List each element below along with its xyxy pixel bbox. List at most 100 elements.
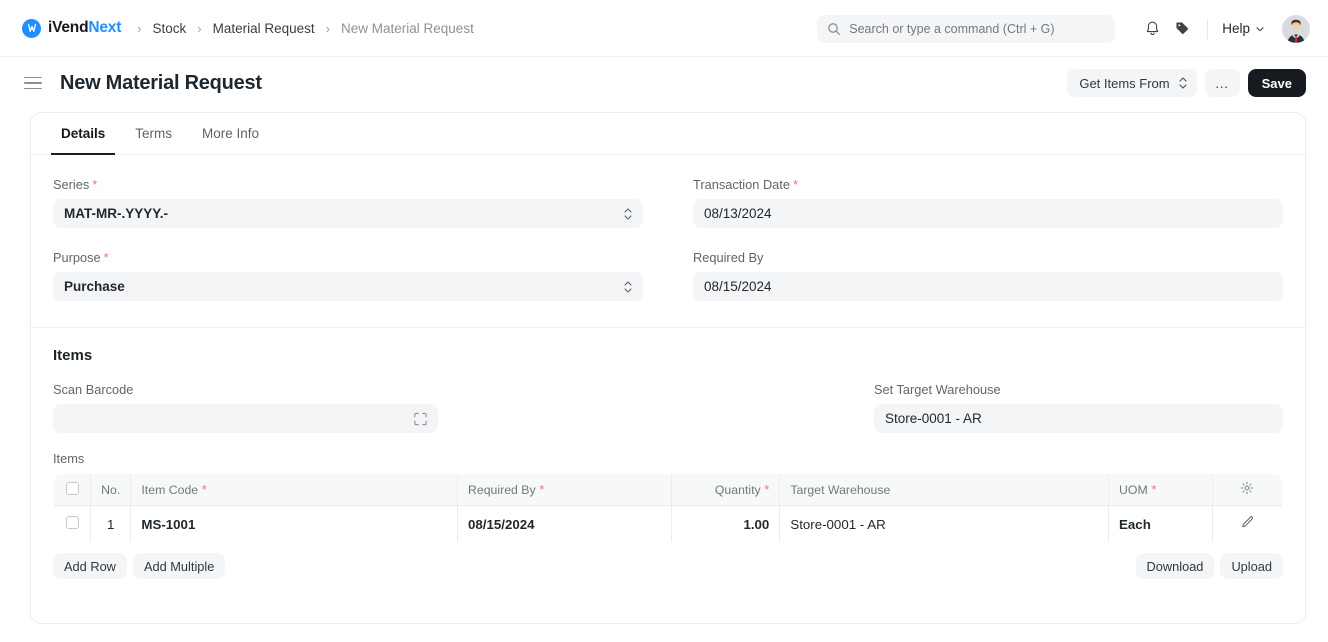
brand-name-part1: iVend: [48, 19, 89, 36]
purpose-label-text: Purpose: [53, 250, 101, 265]
cell-required-by[interactable]: 08/15/2024: [457, 505, 673, 542]
series-value: MAT-MR-.YYYY.-: [64, 206, 168, 221]
breadcrumb-separator: ›: [325, 20, 331, 36]
table-header-row: No. Item Code * Required By * Quantity *…: [54, 474, 1282, 506]
scan-barcode-label-text: Scan Barcode: [53, 382, 134, 397]
items-inputs: Scan Barcode Set Target Warehouse Store-…: [31, 364, 1305, 451]
required-asterisk: *: [92, 177, 98, 192]
breadcrumb-separator: ›: [137, 20, 142, 36]
tab-details[interactable]: Details: [51, 114, 116, 155]
field-transaction-date: Transaction Date * 08/13/2024: [693, 177, 1283, 228]
column-item-code-label: Item Code: [141, 482, 199, 497]
download-button[interactable]: Download: [1135, 553, 1215, 579]
required-by-label: Required By: [693, 250, 1283, 265]
breadcrumb-item-new-material-request: New Material Request: [341, 20, 474, 36]
cell-quantity[interactable]: 1.00: [671, 505, 781, 542]
transaction-date-value: 08/13/2024: [704, 206, 772, 221]
add-multiple-button[interactable]: Add Multiple: [132, 553, 226, 579]
save-button[interactable]: Save: [1247, 69, 1306, 97]
required-by-input[interactable]: 08/15/2024: [693, 272, 1283, 301]
tags-button[interactable]: [1167, 14, 1197, 44]
chevron-updown-icon: [1179, 77, 1187, 89]
row-checkbox[interactable]: [65, 516, 79, 529]
search-input[interactable]: [849, 21, 1106, 36]
tab-terms[interactable]: Terms: [125, 114, 182, 155]
tab-more-info[interactable]: More Info: [192, 114, 269, 155]
required-asterisk: *: [760, 481, 770, 497]
bell-icon: [1144, 20, 1161, 37]
more-options-button[interactable]: …: [1204, 69, 1240, 97]
upload-button[interactable]: Upload: [1220, 553, 1283, 579]
form-tabs: Details Terms More Info: [31, 113, 1305, 155]
cell-item-code[interactable]: MS-1001: [130, 505, 458, 542]
page-header-actions: Get Items From … Save: [1067, 57, 1306, 109]
navbar-divider: [1207, 18, 1209, 39]
field-series: Series * MAT-MR-.YYYY.-: [53, 177, 643, 228]
required-asterisk: *: [792, 177, 799, 192]
set-target-warehouse-input[interactable]: Store-0001 - AR: [874, 404, 1283, 433]
items-grid-footer: Add Row Add Multiple Download Upload: [31, 543, 1305, 579]
table-row[interactable]: 1 MS-1001 08/15/2024 1.00 Store-0001 - A…: [54, 505, 1282, 542]
avatar[interactable]: [1282, 14, 1310, 43]
series-label: Series *: [53, 177, 643, 192]
edit-pencil-icon[interactable]: [1240, 515, 1255, 530]
gear-icon[interactable]: [1240, 481, 1254, 495]
items-grid-wrapper: Items No. Item Code * Required By * Quan…: [31, 451, 1305, 543]
column-select-all: [54, 474, 92, 506]
purpose-value: Purchase: [64, 279, 125, 294]
brand-name-part2: Next: [88, 19, 122, 36]
search-box[interactable]: [817, 14, 1116, 43]
brand-logo[interactable]: iVendNext: [22, 18, 121, 38]
hamburger-menu-icon[interactable]: [24, 76, 42, 90]
chevron-updown-icon: [624, 207, 632, 220]
brand-name: iVendNext: [48, 19, 121, 37]
cell-uom[interactable]: Each: [1108, 505, 1213, 542]
get-items-from-button[interactable]: Get Items From: [1067, 69, 1197, 97]
brand-mark-icon: [22, 18, 41, 38]
search-icon: [827, 22, 841, 36]
notifications-button[interactable]: [1137, 14, 1167, 44]
field-scan-barcode: Scan Barcode: [53, 382, 643, 433]
scan-barcode-label: Scan Barcode: [53, 382, 643, 397]
add-row-button[interactable]: Add Row: [53, 553, 127, 579]
row-checkbox-cell: [54, 505, 92, 542]
tag-icon: [1174, 20, 1191, 37]
transaction-date-input[interactable]: 08/13/2024: [693, 199, 1283, 228]
grid-footer-right: Download Upload: [1135, 553, 1283, 579]
column-settings[interactable]: [1212, 474, 1282, 506]
field-purpose: Purpose * Purchase: [53, 250, 643, 301]
row-index: 1: [90, 505, 132, 542]
scan-icon[interactable]: [413, 411, 428, 426]
series-label-text: Series: [53, 177, 90, 192]
transaction-date-label-text: Transaction Date: [693, 177, 790, 192]
select-all-checkbox[interactable]: [65, 481, 79, 495]
get-items-from-label: Get Items From: [1079, 75, 1170, 91]
required-asterisk: *: [535, 481, 545, 497]
series-select[interactable]: MAT-MR-.YYYY.-: [53, 199, 643, 228]
page-header: New Material Request Get Items From … Sa…: [0, 57, 1328, 109]
scan-barcode-input[interactable]: [53, 404, 438, 433]
column-quantity: Quantity *: [671, 474, 781, 506]
column-no: No.: [90, 474, 132, 506]
form-card: Details Terms More Info Series * MAT-MR-…: [30, 112, 1306, 624]
field-required-by: Required By 08/15/2024: [693, 250, 1283, 301]
purpose-select[interactable]: Purchase: [53, 272, 643, 301]
breadcrumb-item-material-request[interactable]: Material Request: [213, 21, 315, 36]
breadcrumb-item-stock[interactable]: Stock: [153, 21, 187, 36]
breadcrumb: › Stock › Material Request › New Materia…: [137, 21, 474, 36]
required-asterisk: *: [198, 481, 207, 497]
chevron-updown-icon: [624, 280, 632, 293]
required-by-label-text: Required By: [693, 250, 764, 265]
column-target-warehouse: Target Warehouse: [779, 474, 1110, 506]
set-target-warehouse-label: Set Target Warehouse: [874, 382, 1283, 397]
details-section: Series * MAT-MR-.YYYY.- Purpose * Purcha…: [31, 155, 1305, 323]
column-item-code: Item Code *: [130, 474, 458, 506]
page-title: New Material Request: [60, 71, 262, 94]
required-by-value: 08/15/2024: [704, 279, 772, 294]
set-target-warehouse-label-text: Set Target Warehouse: [874, 382, 1001, 397]
top-navbar: iVendNext › Stock › Material Request › N…: [0, 0, 1328, 57]
column-required-by-label: Required By: [467, 482, 536, 497]
cell-target-warehouse[interactable]: Store-0001 - AR: [779, 505, 1110, 542]
help-menu[interactable]: Help: [1218, 21, 1269, 36]
breadcrumb-separator: ›: [197, 20, 202, 36]
